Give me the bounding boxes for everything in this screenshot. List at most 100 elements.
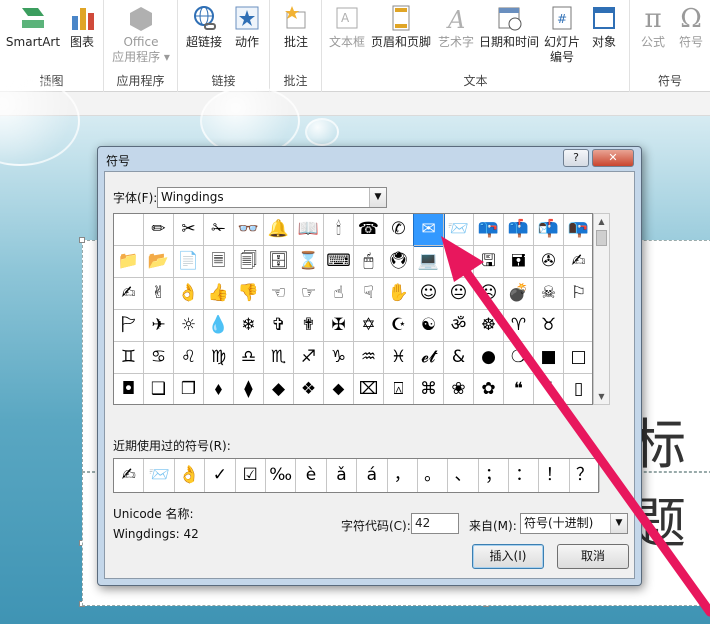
- symbol-cell[interactable]: ❒: [174, 374, 204, 404]
- symbol-cell[interactable]: ❄: [234, 310, 264, 342]
- symbol-cell[interactable]: ✈: [144, 310, 174, 342]
- symbol-cell[interactable]: ♐: [294, 342, 324, 374]
- hyperlink-button[interactable]: 超链接: [182, 4, 226, 50]
- symbol-cell[interactable]: ॐ: [444, 310, 474, 342]
- symbol-cell[interactable]: [114, 214, 144, 246]
- symbol-cell[interactable]: ✍: [114, 278, 144, 310]
- recent-symbol-cell[interactable]: è: [296, 459, 327, 492]
- recent-symbol-cell[interactable]: ：: [509, 459, 540, 492]
- cancel-button[interactable]: 取消: [557, 544, 629, 569]
- chevron-down-icon[interactable]: ▼: [610, 514, 627, 533]
- symbol-cell[interactable]: 📭: [564, 214, 592, 246]
- symbol-cell[interactable]: ⬧: [204, 374, 234, 404]
- symbol-cell[interactable]: ☞: [294, 278, 324, 310]
- recent-symbol-cell[interactable]: á: [357, 459, 388, 492]
- symbol-cell[interactable]: 📫: [504, 214, 534, 246]
- symbol-cell[interactable]: ♋: [144, 342, 174, 374]
- chart-button[interactable]: 图表: [64, 4, 100, 50]
- symbol-cell[interactable]: ✂: [174, 214, 204, 246]
- symbol-cell[interactable]: ❀: [444, 374, 474, 404]
- recent-symbol-cell[interactable]: ‰: [266, 459, 297, 492]
- scroll-down-icon[interactable]: ▼: [594, 389, 609, 404]
- symbol-grid-scrollbar[interactable]: ▲ ▼: [593, 213, 610, 405]
- symbol-cell[interactable]: ❞: [534, 374, 564, 404]
- symbol-cell[interactable]: 📄: [174, 246, 204, 278]
- symbol-cell[interactable]: ⌨: [324, 246, 354, 278]
- symbol-cell[interactable]: 💣: [504, 278, 534, 310]
- symbol-cell[interactable]: ❖: [294, 374, 324, 404]
- symbol-cell[interactable]: 📬: [534, 214, 564, 246]
- resize-handle[interactable]: [79, 237, 85, 243]
- symbol-cell[interactable]: 💧: [204, 310, 234, 342]
- symbol-cell[interactable]: 🖴: [444, 246, 474, 278]
- close-button[interactable]: ✕: [592, 149, 634, 167]
- symbol-cell[interactable]: ✇: [534, 246, 564, 278]
- recent-symbol-cell[interactable]: 、: [448, 459, 479, 492]
- symbol-cell[interactable]: ☝: [324, 278, 354, 310]
- symbol-cell[interactable]: 🖲: [384, 246, 414, 278]
- symbol-cell[interactable]: ✆: [384, 214, 414, 246]
- symbol-cell[interactable]: ✏: [144, 214, 174, 246]
- symbol-cell[interactable]: ✡: [354, 310, 384, 342]
- symbol-cell[interactable]: 🗄: [264, 246, 294, 278]
- symbol-cell[interactable]: ♉: [534, 310, 564, 342]
- symbol-cell[interactable]: 📨: [444, 214, 474, 246]
- comment-button[interactable]: 批注: [276, 4, 316, 50]
- textbox-button[interactable]: A 文本框: [326, 4, 368, 50]
- smartart-button[interactable]: SmartArt: [4, 4, 62, 50]
- symbol-cell[interactable]: ✠: [324, 310, 354, 342]
- symbol-cell[interactable]: ✁: [204, 214, 234, 246]
- recent-symbol-cell[interactable]: 。: [418, 459, 449, 492]
- slide-number-button[interactable]: # 幻灯片 编号: [540, 4, 584, 65]
- symbol-cell[interactable]: ☪: [384, 310, 414, 342]
- symbol-cell[interactable]: ☠: [534, 278, 564, 310]
- symbol-cell[interactable]: 🗏: [204, 246, 234, 278]
- symbol-cell[interactable]: 🖫: [474, 246, 504, 278]
- scroll-thumb[interactable]: [596, 230, 607, 246]
- symbol-cell[interactable]: ☼: [174, 310, 204, 342]
- symbol-cell[interactable]: 🔔: [264, 214, 294, 246]
- symbol-button[interactable]: Ω 符号: [674, 4, 708, 50]
- symbol-cell[interactable]: ✟: [294, 310, 324, 342]
- symbol-cell[interactable]: ☯: [414, 310, 444, 342]
- recent-symbol-cell[interactable]: ☑: [236, 459, 266, 492]
- recent-symbol-cell[interactable]: ；: [479, 459, 510, 492]
- symbol-cell[interactable]: ♍: [204, 342, 234, 374]
- symbol-cell[interactable]: ❍: [504, 342, 534, 374]
- symbol-cell[interactable]: ✍: [564, 246, 592, 278]
- symbol-cell[interactable]: 🖱: [354, 246, 384, 278]
- symbol-cell[interactable]: ◘: [114, 374, 144, 404]
- recent-symbol-cell[interactable]: ！: [539, 459, 570, 492]
- symbol-cell[interactable]: ♊: [114, 342, 144, 374]
- symbol-cell[interactable]: ♏: [264, 342, 294, 374]
- symbol-cell[interactable]: ☹: [474, 278, 504, 310]
- symbol-cell[interactable]: ✿: [474, 374, 504, 404]
- symbol-cell[interactable]: 👎: [234, 278, 264, 310]
- symbol-cell[interactable]: 📪: [474, 214, 504, 246]
- symbol-cell[interactable]: ♌: [174, 342, 204, 374]
- symbol-cell[interactable]: ●: [474, 342, 504, 374]
- recent-symbol-cell[interactable]: ，: [388, 459, 418, 492]
- header-footer-button[interactable]: 页眉和页脚: [368, 4, 434, 50]
- recent-symbol-cell[interactable]: ✓: [205, 459, 236, 492]
- symbol-cell[interactable]: 𝓮𝓽: [414, 342, 444, 374]
- recent-symbols[interactable]: ✍ 📨 👌 ✓ ☑ ‰ è ǎ á，。、；：！？: [113, 458, 601, 493]
- symbol-cell[interactable]: ■: [534, 342, 564, 374]
- symbol-cell[interactable]: &: [444, 342, 474, 374]
- symbol-cell-selected[interactable]: ✉: [413, 214, 445, 247]
- symbol-cell[interactable]: 📁: [114, 246, 144, 278]
- symbol-cell[interactable]: ♑: [324, 342, 354, 374]
- symbol-cell[interactable]: ☺: [414, 278, 444, 310]
- symbol-cell[interactable]: □: [564, 342, 592, 374]
- symbol-cell[interactable]: ✌: [144, 278, 174, 310]
- object-button[interactable]: 对象: [584, 4, 624, 50]
- datetime-button[interactable]: 日期和时间: [478, 4, 540, 50]
- symbol-cell[interactable]: ⬥: [324, 374, 354, 404]
- recent-symbol-cell[interactable]: ✍: [114, 459, 145, 492]
- char-code-input[interactable]: 42: [411, 513, 459, 534]
- recent-symbol-cell[interactable]: ǎ: [327, 459, 358, 492]
- symbol-cell[interactable]: ⌛: [294, 246, 324, 278]
- symbol-cell[interactable]: ⌧: [354, 374, 384, 404]
- chevron-down-icon[interactable]: ▼: [369, 188, 386, 207]
- symbol-cell[interactable]: ❝: [504, 374, 534, 404]
